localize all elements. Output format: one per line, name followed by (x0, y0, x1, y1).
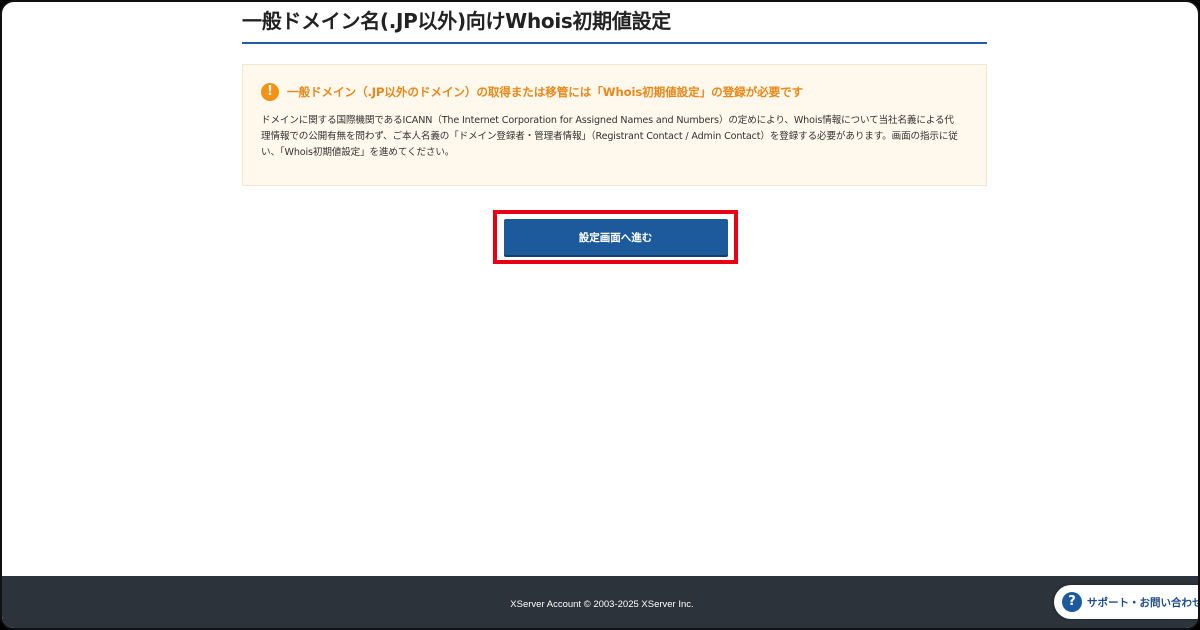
footer-copyright: XServer Account © 2003-2025 XServer Inc. (510, 598, 694, 610)
question-icon: ? (1062, 592, 1082, 612)
notice-body: ドメインに関する国際機関であるICANN（The Internet Corpor… (261, 115, 958, 158)
main-content: 一般ドメイン名(.JP以外)向けWhois初期値設定 ! 一般ドメイン（.JP以… (242, 2, 987, 186)
whois-notice-box: ! 一般ドメイン（.JP以外のドメイン）の取得または移管には「Whois初期値設… (242, 64, 987, 186)
support-contact-button[interactable]: ? サポート・お問い合わせ (1054, 585, 1200, 619)
browser-frame: 一般ドメイン名(.JP以外)向けWhois初期値設定 ! 一般ドメイン（.JP以… (0, 0, 1200, 630)
footer: XServer Account © 2003-2025 XServer Inc. (2, 576, 1198, 628)
exclamation-icon: ! (261, 83, 279, 101)
page-title: 一般ドメイン名(.JP以外)向けWhois初期値設定 (242, 10, 987, 44)
notice-header: ! 一般ドメイン（.JP以外のドメイン）の取得または移管には「Whois初期値設… (261, 82, 960, 102)
support-label: サポート・お問い合わせ (1087, 596, 1200, 609)
proceed-to-settings-button[interactable]: 設定画面へ進む (503, 219, 728, 255)
highlight-box: 設定画面へ進む (493, 210, 738, 264)
notice-title: 一般ドメイン（.JP以外のドメイン）の取得または移管には「Whois初期値設定」… (287, 85, 804, 99)
